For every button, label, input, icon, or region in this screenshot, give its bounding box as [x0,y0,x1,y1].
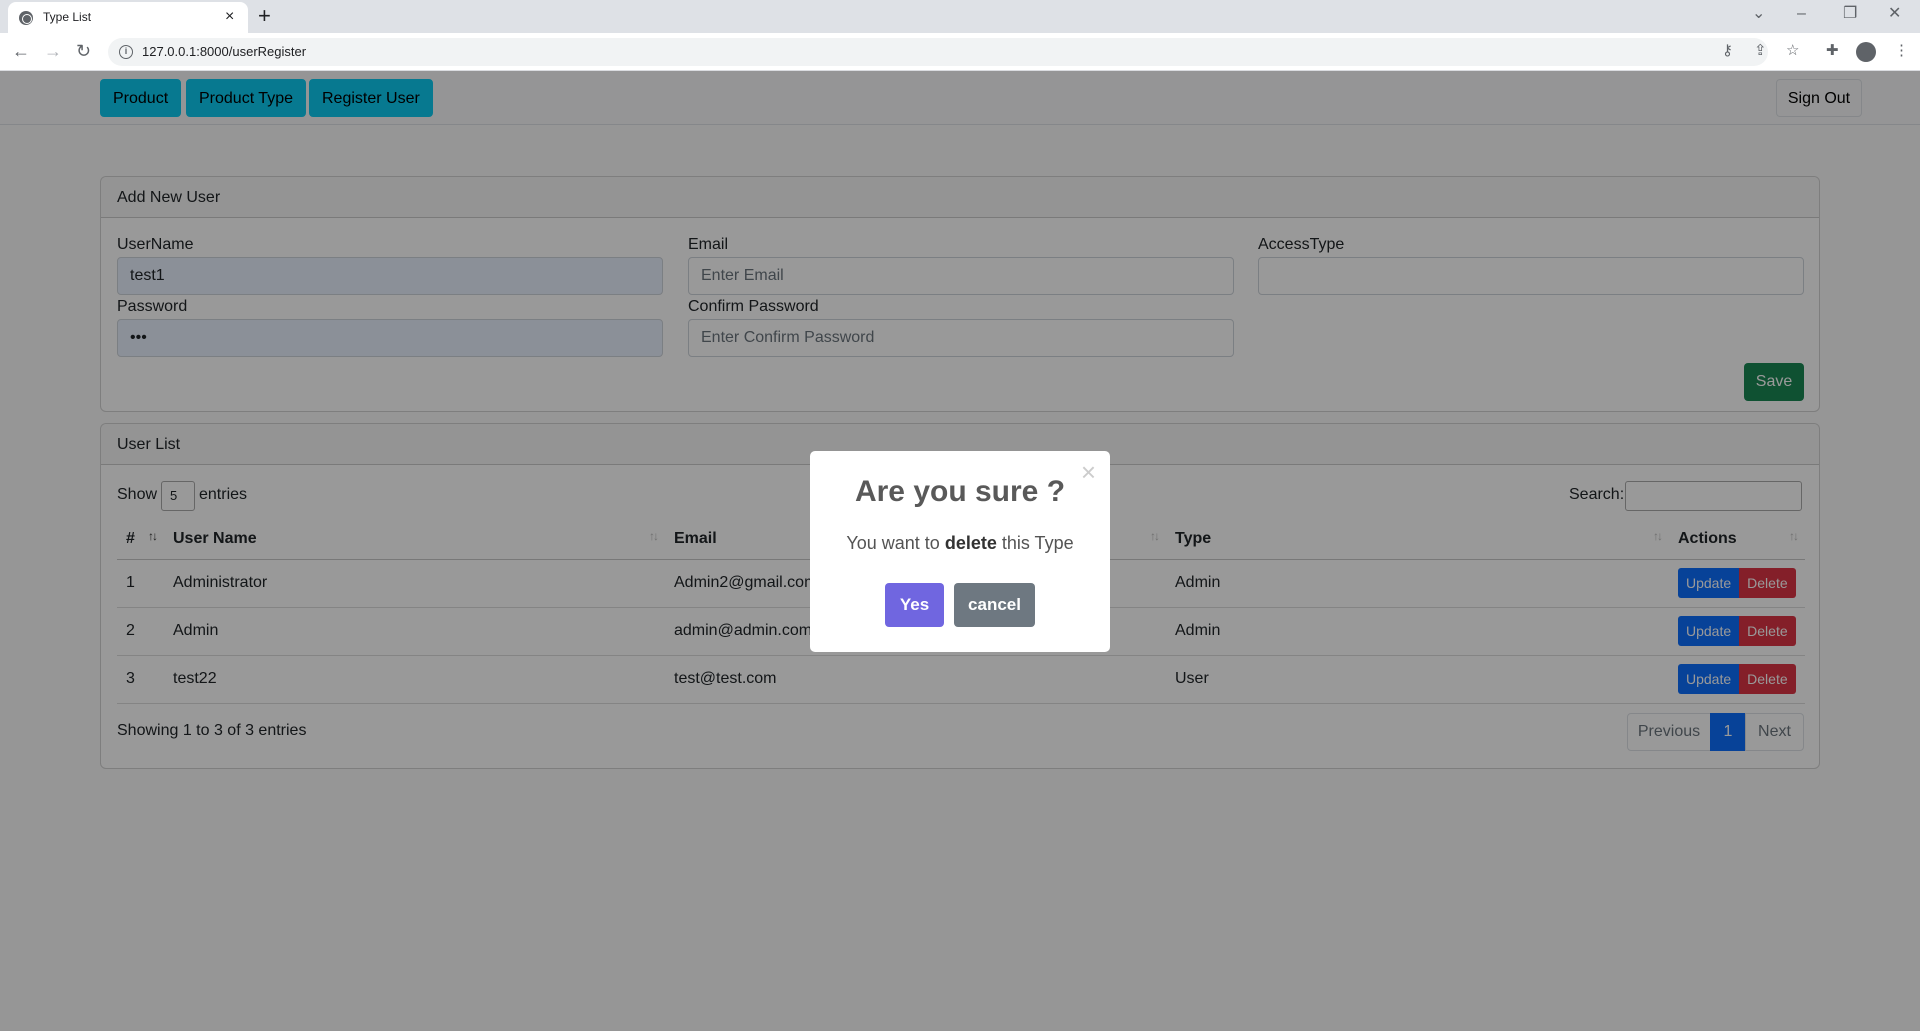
chevron-down-icon[interactable]: ⌄ [1752,4,1765,24]
menu-icon[interactable]: ⋮ [1894,42,1909,60]
url-text[interactable]: 127.0.0.1:8000/userRegister [142,44,306,59]
confirm-dialog: × Are you sure ? You want to delete this… [810,451,1110,652]
forward-icon[interactable]: → [44,41,62,61]
address-bar[interactable]: i 127.0.0.1:8000/userRegister [108,38,1768,66]
star-icon[interactable]: ☆ [1786,42,1799,60]
browser-tab[interactable]: Type List × [8,2,248,33]
dialog-title: Are you sure ? [854,475,1066,508]
browser-toolbar: ← → ↻ i 127.0.0.1:8000/userRegister ⚷ ⇪ … [0,33,1920,71]
restore-icon[interactable]: ❐ [1843,4,1857,24]
extensions-icon[interactable]: ✚ [1826,42,1839,60]
yes-button[interactable]: Yes [885,583,944,627]
globe-icon [19,11,33,25]
tab-close-icon[interactable]: × [225,8,234,26]
key-icon[interactable]: ⚷ [1722,42,1733,60]
dialog-text: You want to delete this Type [846,533,1074,553]
reload-icon[interactable]: ↻ [76,41,91,61]
close-window-icon[interactable]: ✕ [1888,4,1901,24]
tab-title: Type List [43,10,92,24]
profile-icon[interactable] [1856,42,1876,62]
minimize-icon[interactable]: – [1797,4,1806,24]
info-icon[interactable]: i [119,45,133,59]
browser-tabbar: Type List × + ⌄ – ❐ ✕ [0,0,1920,33]
back-icon[interactable]: ← [12,41,30,61]
cancel-button[interactable]: cancel [954,583,1035,627]
share-icon[interactable]: ⇪ [1754,42,1767,60]
new-tab-icon[interactable]: + [258,4,271,28]
